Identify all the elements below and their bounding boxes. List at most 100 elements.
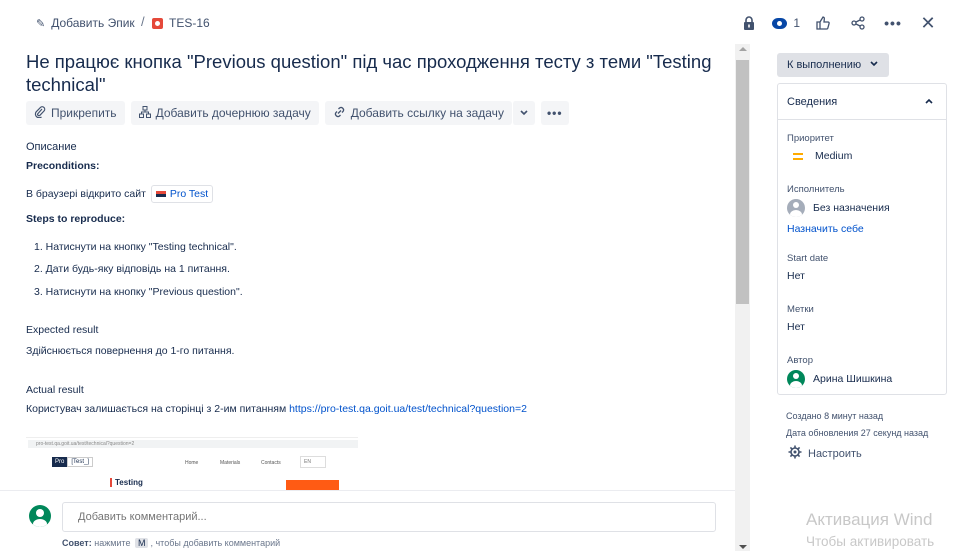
comment-input[interactable] xyxy=(62,502,716,532)
actual-heading: Actual result xyxy=(26,384,84,396)
link-dropdown-button[interactable] xyxy=(511,101,535,125)
site-link-chip[interactable]: Pro Test xyxy=(150,185,214,203)
bug-icon xyxy=(152,17,163,29)
list-item: 2. Дати будь-яку відповідь на 1 питання. xyxy=(34,263,230,275)
screenshot-logo-part: [Test_] xyxy=(67,457,94,467)
tip-suffix: , чтобы добавить комментарий xyxy=(150,538,281,548)
status-dropdown[interactable]: К выполнению xyxy=(777,53,890,77)
add-epic-link[interactable]: ✎ Добавить Эпик xyxy=(36,16,135,30)
configure-label: Настроить xyxy=(808,447,862,460)
description-label: Описание xyxy=(26,141,77,153)
comment-bar: Совет: нажмите M, чтобы добавить коммент… xyxy=(0,490,735,551)
header-actions: 1 ••• ✕ xyxy=(726,12,940,34)
start-date-label: Start date xyxy=(787,253,829,264)
list-item: 3. Натиснути на кнопку "Previous questio… xyxy=(34,286,243,298)
more-icon: ••• xyxy=(546,106,563,120)
screenshot-nav-item: Materials xyxy=(220,460,241,466)
screenshot-logo-part: Pro xyxy=(52,457,68,467)
issue-main-panel: Не працює кнопка "Previous question" під… xyxy=(0,44,735,490)
updated-timestamp: Дата обновления 27 секунд назад xyxy=(786,428,929,438)
gear-icon xyxy=(788,445,802,462)
priority-label: Приоритет xyxy=(787,133,834,144)
add-epic-label: Добавить Эпик xyxy=(51,16,135,30)
labels-value[interactable]: Нет xyxy=(787,321,805,333)
share-icon[interactable] xyxy=(846,12,870,34)
add-link-label: Добавить ссылку на задачу xyxy=(350,106,504,120)
scroll-thumb[interactable] xyxy=(736,60,749,304)
reporter-label: Автор xyxy=(787,355,813,366)
tip-prefix: Совет: xyxy=(62,538,92,548)
attach-label: Прикрепить xyxy=(51,106,117,120)
scroll-down-arrow-icon[interactable] xyxy=(739,545,747,549)
chevron-up-icon xyxy=(924,96,934,108)
details-panel: Сведения Приоритет Medium Исполнитель Бе… xyxy=(777,83,947,395)
add-child-task-button[interactable]: Добавить дочернюю задачу xyxy=(130,101,319,125)
more-icon[interactable]: ••• xyxy=(881,12,905,34)
assignee-label: Исполнитель xyxy=(787,184,845,195)
hierarchy-icon xyxy=(138,105,151,121)
details-header[interactable]: Сведения xyxy=(778,84,946,120)
expected-heading: Expected result xyxy=(26,324,99,336)
thumbs-up-icon[interactable] xyxy=(811,12,835,34)
priority-value: Medium xyxy=(815,150,853,162)
site-favicon-icon xyxy=(155,191,166,197)
chevron-down-icon xyxy=(869,59,879,71)
reporter-field[interactable]: Арина Шишкина xyxy=(787,370,892,388)
preconditions-heading: Preconditions: xyxy=(26,160,100,172)
scroll-up-arrow-icon[interactable] xyxy=(739,47,747,51)
pencil-icon: ✎ xyxy=(36,17,46,30)
attached-screenshot[interactable]: pro-test.qa.goit.ua/test/technical?quest… xyxy=(26,437,358,490)
steps-heading: Steps to reproduce: xyxy=(26,213,126,225)
start-date-value[interactable]: Нет xyxy=(787,270,805,282)
list-item: 1. Натиснути на кнопку "Testing technica… xyxy=(34,241,237,253)
comment-tip: Совет: нажмите M, чтобы добавить коммент… xyxy=(62,538,280,548)
eye-icon xyxy=(772,17,788,29)
lock-icon[interactable] xyxy=(737,12,761,34)
issue-key: TES-16 xyxy=(169,16,210,30)
windows-activation-watermark: Активация Wind xyxy=(806,510,933,529)
main-scrollbar[interactable] xyxy=(735,44,750,551)
tip-text: нажмите xyxy=(94,538,131,548)
add-link-button[interactable]: Добавить ссылку на задачу xyxy=(324,101,512,125)
issue-header: ✎ Добавить Эпик / TES-16 1 ••• ✕ xyxy=(0,0,954,44)
screenshot-url-bar: pro-test.qa.goit.ua/test/technical?quest… xyxy=(28,440,358,448)
breadcrumb-separator: / xyxy=(141,14,145,29)
tip-shortcut-key: M xyxy=(134,538,149,548)
issue-title[interactable]: Не працює кнопка "Previous question" під… xyxy=(26,50,726,96)
watch-button[interactable]: 1 xyxy=(772,12,800,34)
actual-url-link[interactable]: https://pro-test.qa.goit.ua/test/technic… xyxy=(289,403,527,415)
reporter-avatar-icon xyxy=(787,370,805,388)
precondition-text: В браузері відкрито сайт xyxy=(26,188,146,200)
configure-button[interactable]: Настроить xyxy=(788,445,862,462)
issue-action-buttons: Прикрепить Добавить дочернюю задачу Доба… xyxy=(26,101,569,125)
windows-activation-hint: Чтобы активировать xyxy=(806,534,935,549)
status-label: К выполнению xyxy=(787,59,862,71)
screenshot-nav-item: Home xyxy=(185,460,199,466)
precondition-line: В браузері відкрито сайт Pro Test xyxy=(26,185,214,203)
site-link-label: Pro Test xyxy=(169,188,209,200)
add-child-task-label: Добавить дочернюю задачу xyxy=(155,106,311,120)
avatar xyxy=(29,505,51,527)
screenshot-button xyxy=(286,480,339,490)
assign-to-me-link[interactable]: Назначить себе xyxy=(787,223,864,235)
details-title: Сведения xyxy=(787,95,838,108)
actual-line: Користувач залишається на сторінці з 2-и… xyxy=(26,403,527,415)
close-icon[interactable]: ✕ xyxy=(916,12,940,34)
expected-text: Здійснюється повернення до 1-го питання. xyxy=(26,345,235,357)
chevron-down-icon xyxy=(519,106,529,120)
unassigned-avatar-icon xyxy=(787,199,805,217)
priority-medium-icon xyxy=(793,152,803,160)
watch-count: 1 xyxy=(793,16,800,30)
screenshot-nav-item: Contacts xyxy=(261,460,281,466)
link-icon xyxy=(333,106,346,121)
priority-field[interactable]: Medium xyxy=(787,150,852,162)
more-actions-button[interactable]: ••• xyxy=(540,101,569,125)
attach-button[interactable]: Прикрепить xyxy=(26,101,125,125)
reporter-value: Арина Шишкина xyxy=(813,373,893,385)
screenshot-logo: Pro [Test_] xyxy=(52,457,94,467)
created-timestamp: Создано 8 минут назад xyxy=(786,411,884,421)
issue-key-link[interactable]: TES-16 xyxy=(152,16,210,30)
paperclip-icon xyxy=(34,105,46,121)
actual-text: Користувач залишається на сторінці з 2-и… xyxy=(26,403,287,415)
assignee-field[interactable]: Без назначения xyxy=(787,199,890,217)
